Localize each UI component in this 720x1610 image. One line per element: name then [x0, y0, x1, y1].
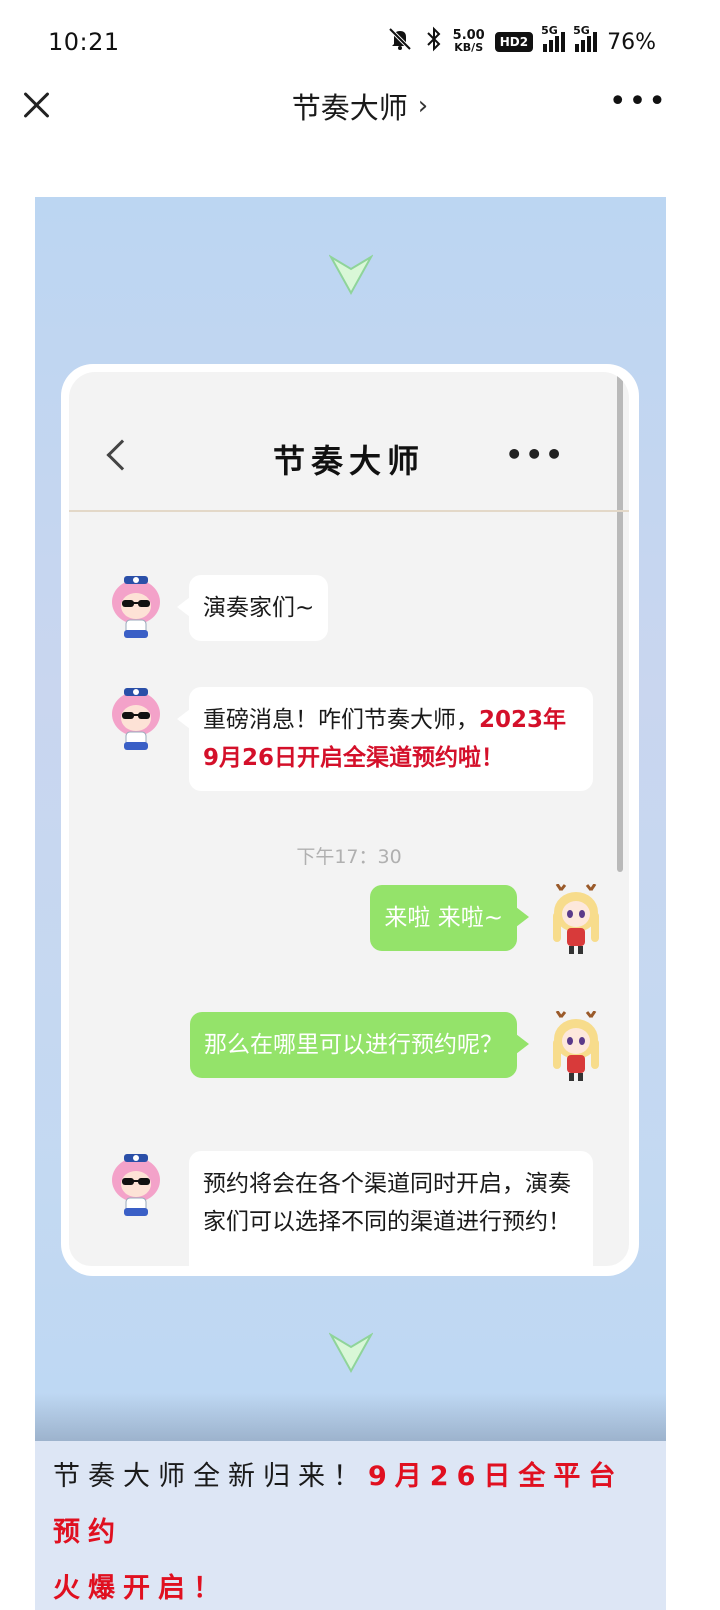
close-icon[interactable]	[20, 88, 52, 120]
status-icons: 5.00 KB/S HD2 5G 5G 76%	[385, 24, 656, 58]
chat-phone-frame: 节奏大师 ••• 演奏家们~ 重磅消息！咋们节奏大师，2023年9月26日开启全…	[61, 364, 639, 1276]
message-bubble-left: 重磅消息！咋们节奏大师，2023年9月26日开启全渠道预约啦！	[177, 687, 593, 791]
more-icon[interactable]: •••	[609, 87, 668, 117]
article-poster: 节奏大师 ••• 演奏家们~ 重磅消息！咋们节奏大师，2023年9月26日开启全…	[35, 197, 666, 1610]
sim2-label: 5G	[573, 24, 590, 37]
arrow-down-icon	[329, 254, 373, 296]
message-bubble-right: 来啦 来啦~	[370, 885, 529, 951]
message-timestamp: 下午17：30	[296, 846, 402, 868]
arrow-down-icon	[329, 1332, 373, 1374]
hd-badge: HD2	[494, 32, 534, 52]
page-title[interactable]: 节奏大师	[292, 85, 408, 127]
avatar-pink-hair-icon	[112, 1154, 160, 1216]
message-bubble-left: 预约将会在各个渠道同时开启，演奏家们可以选择不同的渠道进行预约！	[189, 1151, 593, 1266]
caption-highlight: 火爆开启！	[53, 1573, 228, 1604]
poster-caption: 节奏大师全新归来！9月26日全平台预约 火爆开启！	[35, 1441, 666, 1610]
chat-screen: 节奏大师 ••• 演奏家们~ 重磅消息！咋们节奏大师，2023年9月26日开启全…	[69, 372, 629, 1266]
caption-text: 节奏大师全新归来！	[53, 1461, 368, 1492]
message-bubble-right: 那么在哪里可以进行预约呢？	[190, 1012, 529, 1078]
avatar-blonde-hair-icon	[553, 1011, 599, 1081]
chat-more-icon[interactable]: •••	[505, 438, 565, 471]
avatar-pink-hair-icon	[112, 576, 160, 638]
chevron-right-icon: ›	[417, 91, 429, 121]
message-text: 来啦 来啦~	[384, 905, 503, 931]
sim1-label: 5G	[541, 24, 558, 37]
avatar-pink-hair-icon	[112, 688, 160, 750]
avatar-blonde-hair-icon	[553, 884, 599, 954]
chat-header: 节奏大师 •••	[69, 372, 629, 512]
signal-icon: 5G	[541, 24, 566, 52]
mute-bell-icon	[385, 26, 415, 58]
message-text: 演奏家们~	[203, 595, 315, 621]
battery-level: 76%	[607, 29, 656, 55]
signal-icon: 5G	[573, 24, 598, 52]
title-bar: 节奏大师 › •••	[0, 84, 720, 128]
network-speed: 5.00 KB/S	[453, 29, 485, 54]
account-title[interactable]: 节奏大师 ›	[292, 85, 428, 127]
message-bubble-left: 演奏家们~	[176, 575, 329, 641]
network-speed-unit: KB/S	[454, 41, 484, 54]
message-text: 重磅消息！咋们节奏大师，	[203, 707, 479, 733]
message-text: 那么在哪里可以进行预约呢？	[204, 1032, 503, 1058]
message-text: 预约将会在各个渠道同时开启，演奏家们可以选择不同的渠道进行预约！	[203, 1171, 571, 1235]
caption-shadow	[35, 1393, 666, 1441]
status-bar: 10:21 5.00 KB/S HD2 5G 5G 76%	[0, 0, 720, 84]
status-time: 10:21	[48, 28, 120, 56]
bluetooth-icon	[425, 26, 443, 58]
